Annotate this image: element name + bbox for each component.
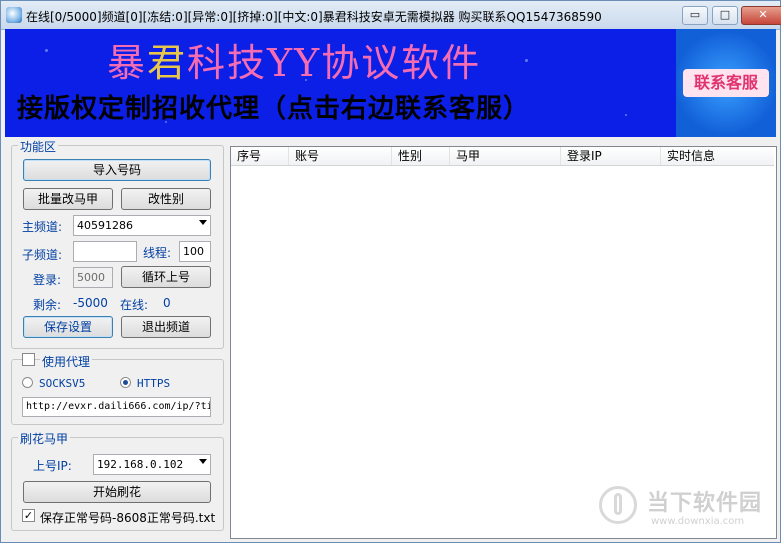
banner-sparkle	[625, 114, 627, 116]
login-count-input: 5000	[73, 267, 113, 288]
main-channel-label: 主频道:	[22, 220, 63, 234]
watermark-url: www.downxia.com	[651, 516, 745, 527]
promo-banner[interactable]: 暴君科技YY协议软件 接版权定制招收代理（点击右边联系客服） 联系客服	[5, 29, 776, 137]
banner-title-part2: 君	[147, 41, 188, 85]
main-channel-value: 40591286	[77, 219, 133, 232]
banner-title-part3: 科技YY协议软件	[187, 41, 482, 85]
banner-subtitle: 接版权定制招收代理（点击右边联系客服）	[17, 94, 531, 124]
chevron-down-icon	[199, 459, 207, 464]
close-button[interactable]: ✕	[741, 6, 781, 25]
minimize-button[interactable]: ▭	[682, 6, 708, 25]
column-header-index[interactable]: 序号	[231, 147, 289, 165]
login-ip-value: 192.168.0.102	[97, 458, 184, 471]
table-header: 序号 账号 性别 马甲 登录IP 实时信息	[231, 147, 774, 166]
minimize-icon: ▭	[689, 8, 701, 21]
save-settings-button[interactable]: 保存设置	[23, 316, 113, 338]
accounts-table[interactable]: 序号 账号 性别 马甲 登录IP 实时信息	[230, 146, 777, 539]
banner-sparkle	[45, 49, 48, 52]
chevron-down-icon	[199, 220, 207, 225]
change-gender-button[interactable]: 改性别	[121, 188, 211, 210]
loop-login-button[interactable]: 循环上号	[121, 266, 211, 288]
sub-channel-input[interactable]	[73, 241, 137, 262]
brush-legend: 刷花马甲	[18, 430, 71, 447]
banner-sparkle	[525, 59, 528, 62]
online-value: 0	[163, 296, 171, 310]
save-numbers-checkbox[interactable]: ✓	[22, 509, 35, 522]
start-brush-button[interactable]: 开始刷花	[23, 481, 211, 503]
threads-label: 线程:	[143, 246, 172, 260]
watermark: 当下软件园 www.downxia.com	[599, 484, 774, 534]
function-area-legend: 功能区	[18, 138, 59, 155]
use-proxy-checkbox[interactable]	[22, 353, 35, 366]
proxy-url-input[interactable]: http://evxr.daili666.com/ip/?ti	[22, 397, 211, 417]
login-label: 登录:	[33, 273, 62, 287]
use-proxy-label: 使用代理	[40, 353, 93, 370]
column-header-gender[interactable]: 性别	[392, 147, 450, 165]
contact-support-button[interactable]: 联系客服	[683, 69, 769, 97]
watermark-logo-icon	[599, 486, 637, 524]
threads-input[interactable]: 100	[179, 241, 211, 262]
login-ip-select[interactable]: 192.168.0.102	[93, 454, 211, 475]
column-header-vest[interactable]: 马甲	[450, 147, 561, 165]
maximize-icon: □	[719, 8, 731, 21]
online-label: 在线:	[120, 298, 149, 312]
socks-label: SOCKSV5	[39, 377, 86, 390]
import-numbers-button[interactable]: 导入号码	[23, 159, 211, 181]
watermark-text: 当下软件园	[647, 491, 763, 516]
window-title: 在线[0/5000]频道[0][冻结:0][异常:0][挤掉:0][中文:0]暴…	[26, 10, 602, 24]
banner-title: 暴君科技YY协议软件	[107, 32, 481, 87]
https-label: HTTPS	[137, 377, 171, 390]
socks-radio[interactable]	[22, 377, 33, 388]
save-numbers-label: 保存正常号码-8608正常号码.txt	[40, 511, 216, 525]
close-icon: ✕	[758, 8, 768, 21]
app-icon	[6, 7, 22, 23]
column-header-account[interactable]: 账号	[289, 147, 392, 165]
column-header-realtime-info[interactable]: 实时信息	[661, 147, 774, 165]
title-bar[interactable]: 在线[0/5000]频道[0][冻结:0][异常:0][挤掉:0][中文:0]暴…	[1, 1, 781, 30]
https-radio[interactable]	[120, 377, 131, 388]
batch-vest-button[interactable]: 批量改马甲	[23, 188, 113, 210]
maximize-button[interactable]: □	[712, 6, 738, 25]
main-channel-select[interactable]: 40591286	[73, 215, 211, 236]
remaining-value: -5000	[73, 296, 108, 310]
remaining-label: 剩余:	[33, 298, 62, 312]
contact-area: 联系客服	[676, 29, 776, 137]
exit-channel-button[interactable]: 退出频道	[121, 316, 211, 338]
column-header-login-ip[interactable]: 登录IP	[561, 147, 661, 165]
sub-channel-label: 子频道:	[22, 248, 63, 262]
login-ip-label: 上号IP:	[33, 459, 72, 473]
banner-title-part1: 暴	[107, 41, 148, 85]
app-window: 在线[0/5000]频道[0][冻结:0][异常:0][挤掉:0][中文:0]暴…	[0, 0, 781, 543]
